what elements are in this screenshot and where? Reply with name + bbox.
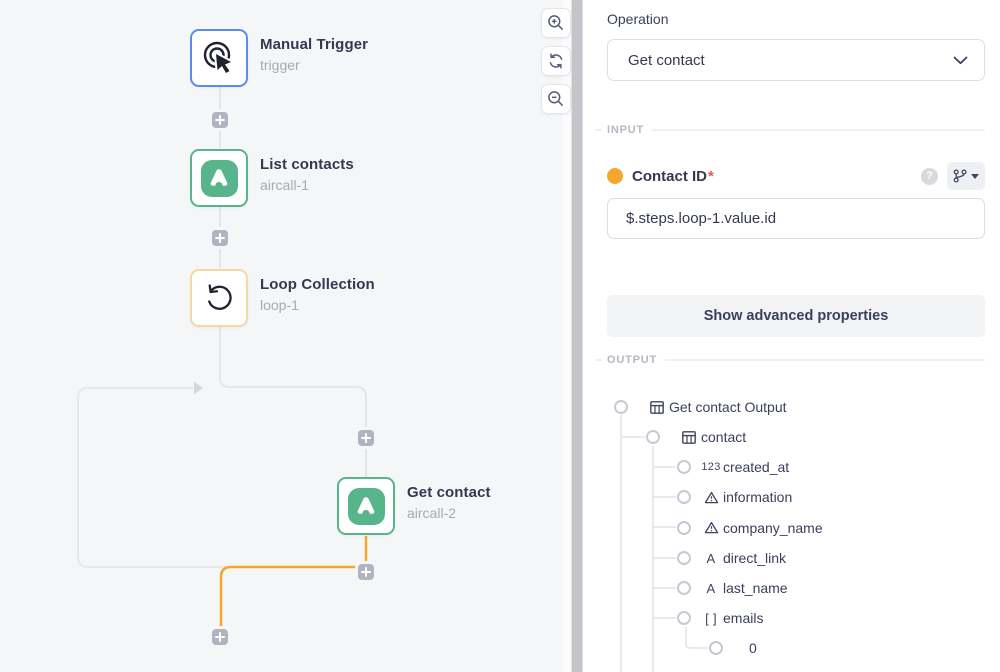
- add-step-button[interactable]: [212, 230, 228, 246]
- panel-divider[interactable]: [571, 0, 583, 672]
- add-step-button[interactable]: [212, 629, 228, 645]
- string-type-icon: A: [699, 581, 723, 596]
- tree-node-contact[interactable]: contact: [583, 422, 1000, 452]
- tree-node-created-at[interactable]: 123 created_at: [583, 452, 1000, 482]
- string-type-icon: A: [699, 551, 723, 566]
- step-config-panel: Operation Get contact INPUT Contact ID *…: [583, 0, 1000, 672]
- tree-node-label: emails: [723, 610, 763, 626]
- node-list-contacts[interactable]: [190, 149, 248, 207]
- loop-icon: [202, 281, 236, 315]
- tree-toggle-icon[interactable]: [709, 641, 723, 655]
- manual-trigger-icon: [201, 40, 237, 76]
- node-label-manual-trigger: Manual Trigger trigger: [260, 36, 368, 73]
- zoom-in-icon: [547, 14, 565, 32]
- tree-node-direct-link[interactable]: A direct_link: [583, 543, 1000, 573]
- warning-type-icon: [699, 521, 723, 534]
- output-tree: Get contact Output contact 123 creat: [583, 392, 1000, 663]
- tree-toggle-icon[interactable]: [677, 581, 691, 595]
- tree-node-label: Get contact Output: [669, 399, 787, 415]
- node-subtitle: aircall-2: [407, 505, 491, 521]
- tree-toggle-icon[interactable]: [646, 430, 660, 444]
- node-title: Get contact: [407, 484, 491, 501]
- node-subtitle: trigger: [260, 57, 368, 73]
- node-title: Loop Collection: [260, 276, 375, 293]
- tree-node-label: created_at: [723, 459, 789, 475]
- tree-node-label: last_name: [723, 580, 788, 596]
- node-title: List contacts: [260, 156, 354, 173]
- aircall-icon: [348, 488, 385, 525]
- tree-node-last-name[interactable]: A last_name: [583, 573, 1000, 603]
- aircall-icon: [201, 160, 238, 197]
- node-title: Manual Trigger: [260, 36, 368, 53]
- refresh-view-button[interactable]: [541, 46, 571, 76]
- connector-lines: [0, 0, 571, 672]
- node-subtitle: loop-1: [260, 297, 375, 313]
- zoom-out-icon: [547, 90, 565, 108]
- number-type-icon: 123: [699, 461, 723, 473]
- tree-toggle-icon[interactable]: [677, 521, 691, 535]
- tree-toggle-icon[interactable]: [677, 611, 691, 625]
- object-type-icon: [677, 431, 701, 444]
- add-step-button[interactable]: [358, 430, 374, 446]
- tree-node-label: contact: [701, 429, 746, 445]
- node-label-list-contacts: List contacts aircall-1: [260, 156, 354, 193]
- refresh-icon: [547, 52, 565, 70]
- tree-toggle-icon[interactable]: [677, 490, 691, 504]
- tree-node-label: company_name: [723, 520, 823, 536]
- tree-node-label: direct_link: [723, 550, 786, 566]
- tree-node-company-name[interactable]: company_name: [583, 512, 1000, 543]
- tree-node-emails-item-0[interactable]: 0: [583, 633, 1000, 663]
- add-step-button[interactable]: [358, 564, 374, 580]
- tree-node-get-contact-output[interactable]: Get contact Output: [583, 392, 1000, 422]
- tree-toggle-icon[interactable]: [677, 460, 691, 474]
- canvas-toolbar: [541, 8, 571, 114]
- zoom-out-button[interactable]: [541, 84, 571, 114]
- node-loop-collection[interactable]: [190, 269, 248, 327]
- tree-node-label: 0: [749, 640, 757, 656]
- node-subtitle: aircall-1: [260, 177, 354, 193]
- workflow-builder: Manual Trigger trigger List contacts air…: [0, 0, 1000, 672]
- tree-toggle-icon[interactable]: [677, 551, 691, 565]
- object-type-icon: [645, 401, 669, 414]
- node-get-contact[interactable]: [337, 477, 395, 535]
- warning-type-icon: [699, 491, 723, 504]
- tree-node-emails[interactable]: [ ] emails: [583, 603, 1000, 633]
- tree-toggle-icon[interactable]: [614, 400, 628, 414]
- tree-node-information[interactable]: information: [583, 482, 1000, 512]
- add-step-button[interactable]: [212, 112, 228, 128]
- node-label-loop-collection: Loop Collection loop-1: [260, 276, 375, 313]
- tree-node-label: information: [723, 489, 792, 505]
- array-type-icon: [ ]: [699, 611, 723, 626]
- zoom-in-button[interactable]: [541, 8, 571, 38]
- node-manual-trigger[interactable]: [190, 29, 248, 87]
- node-label-get-contact: Get contact aircall-2: [407, 484, 491, 521]
